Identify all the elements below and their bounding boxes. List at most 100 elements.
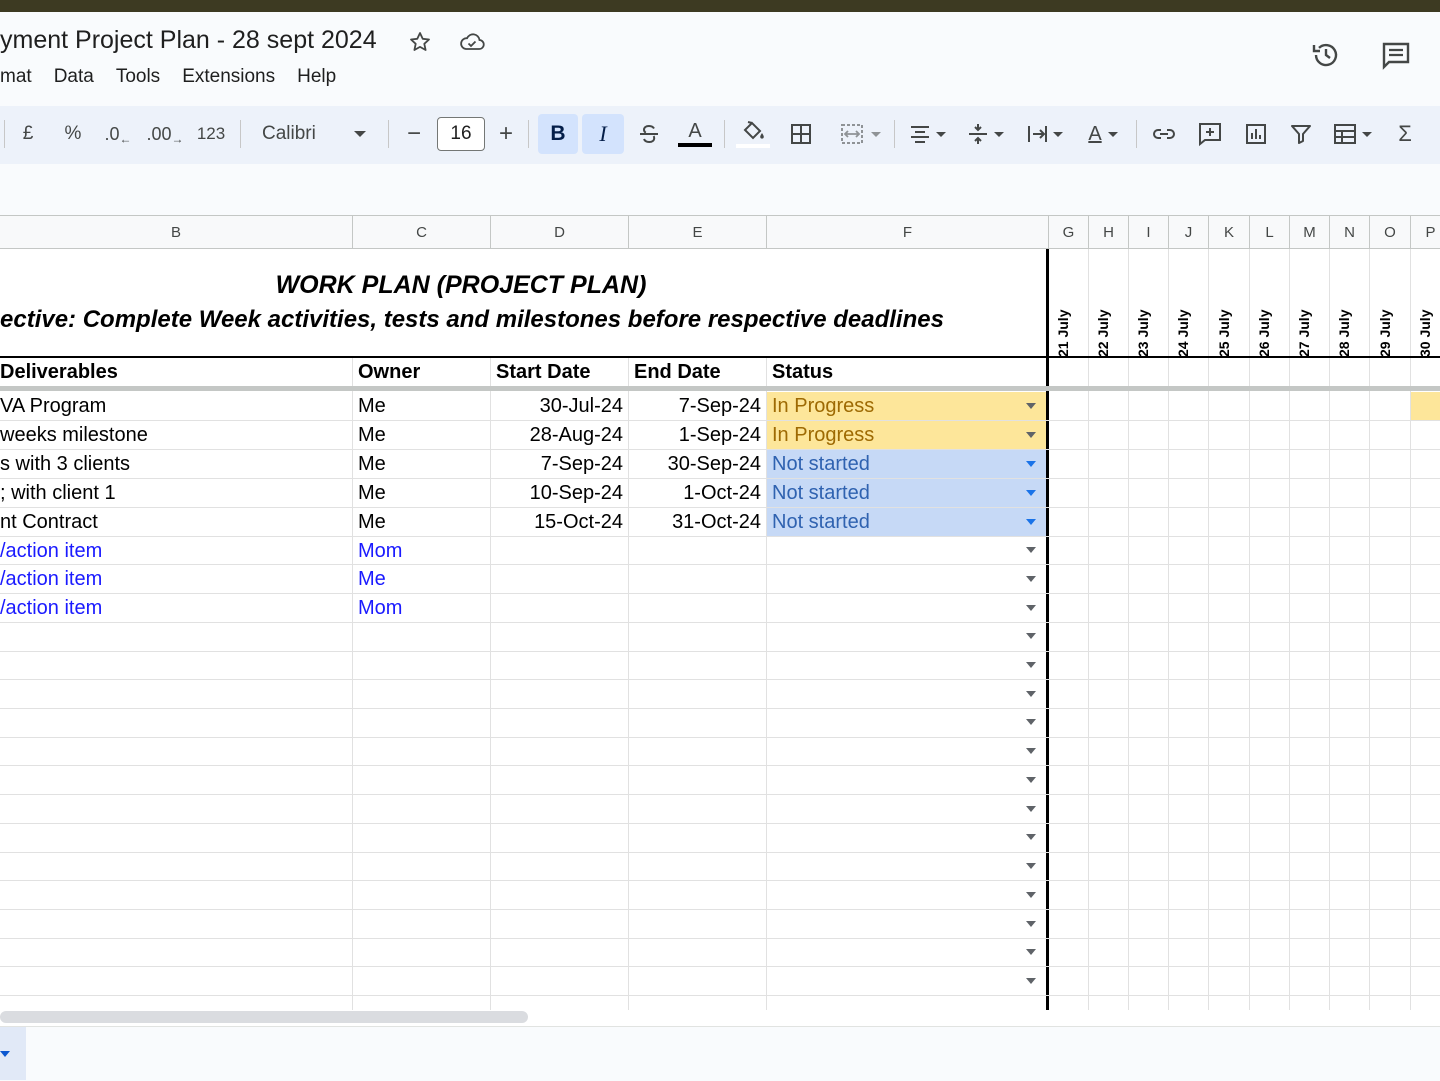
chevron-down-icon[interactable]: [1026, 547, 1036, 553]
chevron-down-icon[interactable]: [1026, 605, 1036, 611]
end-date-cell[interactable]: 30-Sep-24: [629, 450, 761, 478]
end-date-cell[interactable]: 31-Oct-24: [629, 508, 761, 536]
start-date-cell[interactable]: 10-Sep-24: [491, 479, 623, 507]
horizontal-scrollbar[interactable]: [0, 1011, 528, 1023]
chevron-down-icon[interactable]: [1026, 806, 1036, 812]
deliverable-cell[interactable]: nt Contract: [0, 508, 350, 536]
increase-decimal-button[interactable]: .00→: [148, 114, 182, 154]
end-date-cell[interactable]: 1-Oct-24: [629, 479, 761, 507]
owner-cell[interactable]: Mom: [358, 594, 488, 622]
status-dropdown[interactable]: Not started: [767, 479, 1046, 507]
menu-format[interactable]: mat: [0, 66, 32, 92]
deliverable-cell[interactable]: weeks milestone: [0, 421, 350, 449]
decrease-font-size-button[interactable]: −: [400, 114, 428, 154]
owner-cell[interactable]: Me: [358, 421, 488, 449]
deliverable-cell[interactable]: VA Program: [0, 392, 350, 420]
text-color-button[interactable]: A: [676, 114, 714, 154]
status-dropdown[interactable]: In Progress: [767, 421, 1046, 449]
vertical-align-button[interactable]: [962, 114, 1008, 154]
menu-help[interactable]: Help: [297, 66, 336, 92]
horizontal-align-button[interactable]: [904, 114, 950, 154]
gantt-bar[interactable]: [1411, 392, 1440, 420]
comments-icon[interactable]: [1379, 38, 1413, 72]
font-family-select[interactable]: Calibri: [252, 114, 376, 154]
functions-button[interactable]: Σ: [1392, 114, 1418, 154]
fill-color-button[interactable]: [734, 114, 772, 154]
font-size-input[interactable]: 16: [437, 117, 485, 151]
insert-comment-button[interactable]: [1194, 114, 1226, 154]
deliverable-cell[interactable]: /action item: [0, 594, 350, 622]
frozen-column-divider[interactable]: [1046, 249, 1049, 1010]
status-dropdown[interactable]: [767, 537, 1037, 565]
percent-button[interactable]: %: [60, 114, 86, 154]
insert-link-button[interactable]: [1148, 114, 1180, 154]
column-header-c[interactable]: C: [353, 215, 491, 249]
chevron-down-icon[interactable]: [1026, 662, 1036, 668]
chevron-down-icon[interactable]: [1026, 892, 1036, 898]
column-header-k[interactable]: K: [1209, 215, 1250, 249]
header-end-date[interactable]: End Date: [634, 358, 764, 386]
currency-button[interactable]: £: [16, 114, 40, 154]
frozen-row-divider[interactable]: [0, 386, 1440, 391]
start-date-cell[interactable]: 15-Oct-24: [491, 508, 623, 536]
filter-button[interactable]: [1286, 114, 1316, 154]
column-header-b[interactable]: B: [0, 215, 353, 249]
column-header-f[interactable]: F: [767, 215, 1049, 249]
document-title[interactable]: yment Project Plan - 28 sept 2024: [0, 26, 377, 55]
column-header-m[interactable]: M: [1290, 215, 1330, 249]
decrease-decimal-button[interactable]: .0←: [102, 114, 134, 154]
bold-button[interactable]: B: [538, 114, 578, 154]
start-date-cell[interactable]: 7-Sep-24: [491, 450, 623, 478]
menu-data[interactable]: Data: [54, 66, 94, 92]
column-header-l[interactable]: L: [1250, 215, 1290, 249]
strikethrough-button[interactable]: [634, 114, 664, 154]
chevron-down-icon[interactable]: [1026, 978, 1036, 984]
owner-cell[interactable]: Me: [358, 565, 488, 593]
header-deliverables[interactable]: Deliverables: [0, 358, 350, 386]
chevron-down-icon[interactable]: [1026, 461, 1036, 467]
chevron-down-icon[interactable]: [1026, 949, 1036, 955]
table-view-button[interactable]: [1326, 114, 1378, 154]
chevron-down-icon[interactable]: [0, 1051, 10, 1057]
chevron-down-icon[interactable]: [1026, 633, 1036, 639]
status-dropdown[interactable]: [767, 565, 1037, 593]
owner-cell[interactable]: Mom: [358, 537, 488, 565]
chevron-down-icon[interactable]: [1026, 576, 1036, 582]
end-date-cell[interactable]: 7-Sep-24: [629, 392, 761, 420]
column-header-h[interactable]: H: [1089, 215, 1129, 249]
header-start-date[interactable]: Start Date: [496, 358, 626, 386]
header-owner[interactable]: Owner: [358, 358, 488, 386]
start-date-cell[interactable]: 28-Aug-24: [491, 421, 623, 449]
header-status[interactable]: Status: [772, 358, 1042, 386]
cloud-status-icon[interactable]: [458, 28, 486, 56]
column-header-o[interactable]: O: [1370, 215, 1411, 249]
deliverable-cell[interactable]: ; with client 1: [0, 479, 350, 507]
owner-cell[interactable]: Me: [358, 479, 488, 507]
version-history-icon[interactable]: [1309, 38, 1343, 72]
chevron-down-icon[interactable]: [1026, 748, 1036, 754]
text-wrapping-button[interactable]: [1020, 114, 1068, 154]
status-dropdown[interactable]: Not started: [767, 450, 1046, 478]
chevron-down-icon[interactable]: [1026, 490, 1036, 496]
chevron-down-icon[interactable]: [1026, 432, 1036, 438]
status-dropdown[interactable]: [767, 594, 1037, 622]
chevron-down-icon[interactable]: [1026, 921, 1036, 927]
column-header-p[interactable]: P: [1411, 215, 1440, 249]
chevron-down-icon[interactable]: [1026, 863, 1036, 869]
status-dropdown[interactable]: In Progress: [767, 392, 1046, 420]
chevron-down-icon[interactable]: [1026, 834, 1036, 840]
chevron-down-icon[interactable]: [1026, 719, 1036, 725]
deliverable-cell[interactable]: /action item: [0, 565, 350, 593]
italic-button[interactable]: I: [582, 114, 624, 154]
column-header-n[interactable]: N: [1330, 215, 1370, 249]
end-date-cell[interactable]: 1-Sep-24: [629, 421, 761, 449]
number-format-button[interactable]: 123: [194, 114, 228, 154]
owner-cell[interactable]: Me: [358, 508, 488, 536]
column-header-i[interactable]: I: [1129, 215, 1169, 249]
insert-chart-button[interactable]: [1240, 114, 1272, 154]
chevron-down-icon[interactable]: [1026, 519, 1036, 525]
owner-cell[interactable]: Me: [358, 392, 488, 420]
borders-button[interactable]: [786, 114, 816, 154]
merge-cells-button[interactable]: [834, 114, 886, 154]
sheet-tab-active[interactable]: [0, 1027, 26, 1080]
